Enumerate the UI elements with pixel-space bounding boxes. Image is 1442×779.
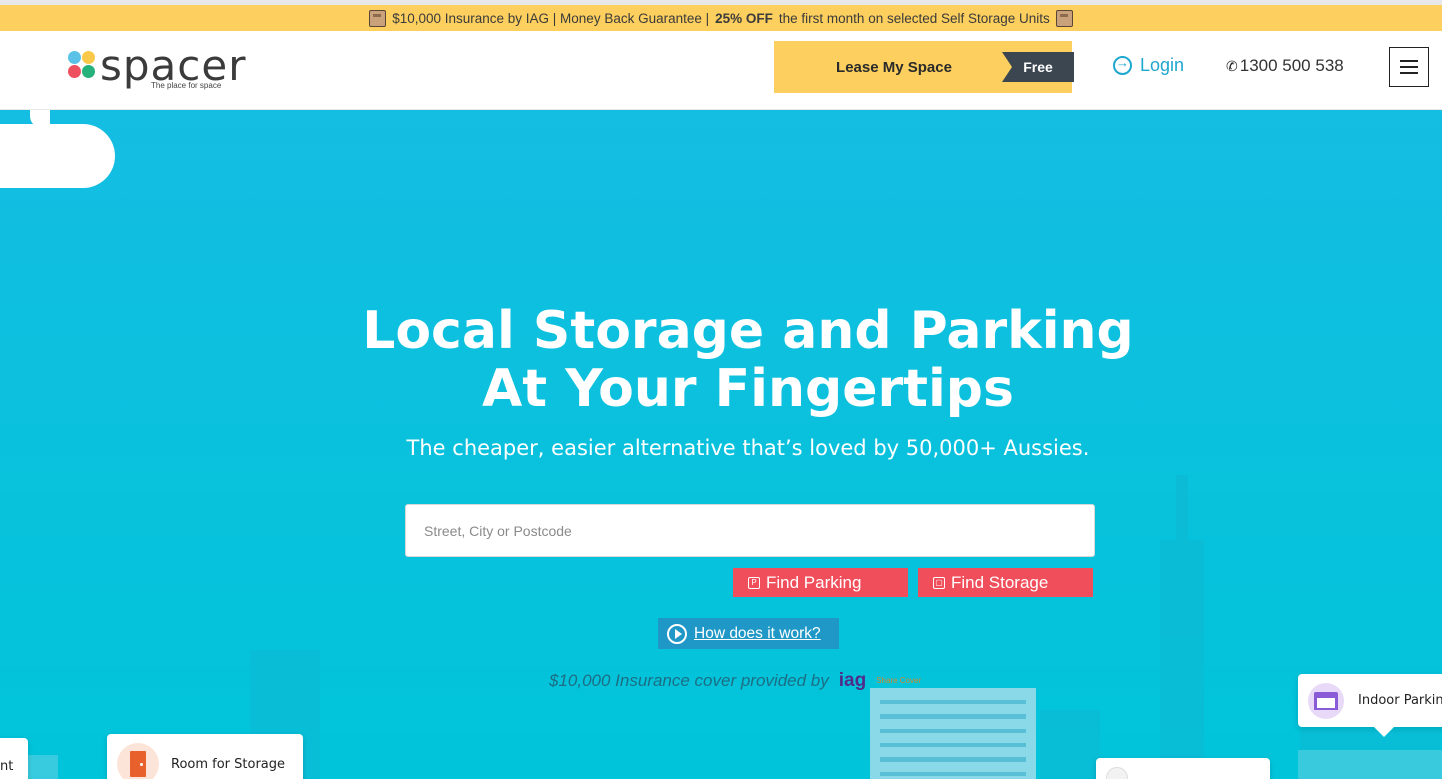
hero-subheading: The cheaper, easier alternative that’s l… bbox=[406, 436, 1090, 460]
box-icon bbox=[369, 9, 387, 27]
hero-headline: Local Storage and Parking At Your Finger… bbox=[0, 302, 1442, 418]
location-search-input[interactable] bbox=[405, 504, 1095, 557]
login-label: Login bbox=[1140, 55, 1185, 75]
free-badge: Free bbox=[1002, 52, 1074, 82]
lease-label: Lease My Space bbox=[836, 58, 952, 76]
hero-section: Local Storage and Parking At Your Finger… bbox=[0, 110, 1442, 779]
lease-my-space-button[interactable]: Lease My Space Free bbox=[774, 41, 1074, 93]
logo-dots-icon bbox=[68, 51, 98, 81]
how-label: How does it work? bbox=[694, 624, 821, 642]
iag-logo: iag bbox=[838, 670, 867, 691]
site-header: spacer The place for space Lease My Spac… bbox=[0, 31, 1442, 110]
find-storage-label: Find Storage bbox=[951, 572, 1049, 592]
category-card-partial[interactable]: nt bbox=[0, 738, 28, 779]
menu-icon bbox=[1400, 60, 1418, 62]
garage-icon bbox=[1308, 682, 1344, 719]
promo-banner: $10,000 Insurance by IAG | Money Back Gu… bbox=[0, 0, 1442, 31]
box-icon bbox=[1055, 9, 1073, 27]
sharecover-logo: Share Cover bbox=[876, 676, 922, 685]
headline-line-2: At Your Fingertips bbox=[482, 359, 1014, 419]
login-icon bbox=[1113, 55, 1132, 75]
cloud-decoration bbox=[0, 110, 115, 188]
category-card-indoor-parking[interactable]: Indoor Parking bbox=[1298, 674, 1442, 737]
headline-line-1: Local Storage and Parking bbox=[362, 301, 1134, 361]
room-card-label: Room for Storage bbox=[171, 756, 286, 772]
find-parking-button[interactable]: P Find Parking bbox=[733, 568, 908, 597]
login-link[interactable]: Login bbox=[1113, 55, 1184, 76]
category-icon bbox=[1106, 767, 1128, 779]
door-icon bbox=[117, 743, 159, 779]
play-icon bbox=[667, 623, 687, 644]
phone-icon: ✆ bbox=[1226, 57, 1238, 74]
category-card-small[interactable] bbox=[1096, 758, 1270, 779]
indoor-card-label: Indoor Parking bbox=[1358, 693, 1442, 708]
partial-card-label: nt bbox=[0, 758, 14, 774]
phone-number: 1300 500 538 bbox=[1239, 56, 1344, 75]
promo-text-after: the first month on selected Self Storage… bbox=[778, 10, 1050, 26]
promo-text-bold: 25% OFF bbox=[715, 10, 773, 26]
parking-icon: P bbox=[748, 576, 760, 589]
find-storage-button[interactable]: ▢ Find Storage bbox=[918, 568, 1093, 597]
insurance-note: $10,000 Insurance cover provided by iag … bbox=[549, 670, 921, 692]
spacer-logo[interactable]: spacer The place for space bbox=[68, 41, 248, 95]
phone-link[interactable]: ✆ 1300 500 538 bbox=[1226, 56, 1344, 76]
promo-text-before: $10,000 Insurance by IAG | Money Back Gu… bbox=[392, 10, 710, 26]
document-illustration bbox=[870, 688, 1036, 779]
how-does-it-work-button[interactable]: How does it work? bbox=[658, 618, 839, 649]
category-card-room-storage[interactable]: Room for Storage bbox=[107, 734, 303, 779]
insurance-text: $10,000 Insurance cover provided by bbox=[549, 671, 829, 690]
storage-box-icon: ▢ bbox=[933, 576, 945, 589]
find-parking-label: Find Parking bbox=[766, 572, 862, 592]
logo-tagline: The place for space bbox=[151, 81, 222, 90]
menu-button[interactable] bbox=[1389, 47, 1429, 87]
